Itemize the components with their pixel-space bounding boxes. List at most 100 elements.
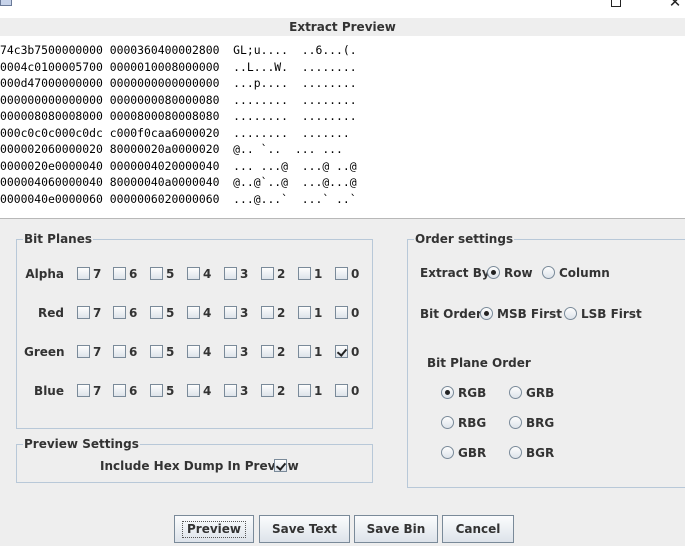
bit-checkbox[interactable] xyxy=(113,306,126,319)
bit-label: 4 xyxy=(203,345,212,359)
bit-checkbox[interactable] xyxy=(335,306,348,319)
bit-checkbox[interactable] xyxy=(187,306,200,319)
bit-checkbox[interactable] xyxy=(150,267,163,280)
bit-checkbox[interactable] xyxy=(261,384,274,397)
hex-line: 000000000000000 0000000080000080 .......… xyxy=(0,92,357,107)
bit-plane-row-label: Red xyxy=(38,306,64,320)
title-bar: ✕ xyxy=(0,0,685,18)
cancel-button-label: Cancel xyxy=(455,522,501,536)
hex-line: 000008080008000 0000800080008080 .......… xyxy=(0,109,357,123)
bit-label: 1 xyxy=(314,306,323,320)
bit-label: 5 xyxy=(166,384,175,398)
maximize-button[interactable] xyxy=(608,0,624,8)
bit-checkbox[interactable] xyxy=(77,345,90,358)
bit-label: 2 xyxy=(277,384,286,398)
preview-title: Extract Preview xyxy=(289,20,396,34)
bit-checkbox[interactable] xyxy=(335,345,348,358)
lsb-first-label: LSB First xyxy=(581,307,642,321)
msb-first-label: MSB First xyxy=(497,307,563,321)
extract-by-label: Extract By xyxy=(420,266,490,280)
plane-order-bgr-radio[interactable] xyxy=(509,446,522,459)
bit-checkbox[interactable] xyxy=(77,384,90,397)
bit-checkbox[interactable] xyxy=(113,267,126,280)
bit-label: 3 xyxy=(240,306,249,320)
bit-label: 5 xyxy=(166,267,175,281)
hex-line: 000002060000020 80000020a0000020 @.. `..… xyxy=(0,142,343,156)
hex-preview-area[interactable]: 74c3b7500000000 0000360400002800 GL;u...… xyxy=(0,36,685,219)
bit-checkbox[interactable] xyxy=(298,306,311,319)
bit-label: 0 xyxy=(351,384,360,398)
bit-label: 0 xyxy=(351,345,360,359)
bit-checkbox[interactable] xyxy=(261,267,274,280)
bit-checkbox[interactable] xyxy=(224,267,237,280)
close-icon: ✕ xyxy=(668,0,682,11)
hex-line: 0000040e0000060 0000006020000060 ...@...… xyxy=(0,191,357,206)
bit-plane-row-label: Green xyxy=(24,345,65,359)
bit-checkbox[interactable] xyxy=(187,345,200,358)
bit-label: 5 xyxy=(166,306,175,320)
bit-checkbox[interactable] xyxy=(224,306,237,319)
bit-checkbox[interactable] xyxy=(113,345,126,358)
bit-checkbox[interactable] xyxy=(150,345,163,358)
close-button[interactable]: ✕ xyxy=(667,0,683,11)
bit-label: 3 xyxy=(240,267,249,281)
cancel-button[interactable]: Cancel xyxy=(442,515,514,543)
bit-label: 1 xyxy=(314,267,323,281)
bit-plane-order-label: Bit Plane Order xyxy=(427,356,531,370)
save-text-button[interactable]: Save Text xyxy=(259,515,350,543)
bit-checkbox[interactable] xyxy=(150,384,163,397)
extract-row-label: Row xyxy=(504,266,533,280)
bit-checkbox[interactable] xyxy=(77,267,90,280)
hex-line: 74c3b7500000000 0000360400002800 GL;u...… xyxy=(0,43,357,57)
bit-label: 6 xyxy=(129,267,138,281)
plane-order-brg-radio[interactable] xyxy=(509,416,522,429)
bit-label: 3 xyxy=(240,345,249,359)
bit-checkbox[interactable] xyxy=(113,384,126,397)
bit-label: 0 xyxy=(351,306,360,320)
extract-row-radio[interactable] xyxy=(487,266,500,279)
bit-checkbox[interactable] xyxy=(224,345,237,358)
bit-checkbox[interactable] xyxy=(335,267,348,280)
bit-label: 3 xyxy=(240,384,249,398)
bit-checkbox[interactable] xyxy=(335,384,348,397)
bit-label: 0 xyxy=(351,267,360,281)
bit-checkbox[interactable] xyxy=(261,345,274,358)
bit-label: 7 xyxy=(93,306,102,320)
bit-checkbox[interactable] xyxy=(150,306,163,319)
lsb-first-radio[interactable] xyxy=(564,307,577,320)
bit-label: 7 xyxy=(93,384,102,398)
bit-label: 7 xyxy=(93,345,102,359)
bit-checkbox[interactable] xyxy=(261,306,274,319)
bit-checkbox[interactable] xyxy=(298,267,311,280)
bit-checkbox[interactable] xyxy=(298,345,311,358)
hex-dump-checkbox[interactable] xyxy=(274,459,287,472)
bit-checkbox[interactable] xyxy=(77,306,90,319)
plane-order-gbr-label: GBR xyxy=(458,446,487,460)
bit-label: 2 xyxy=(277,306,286,320)
bit-plane-row-label: Blue xyxy=(34,384,64,398)
bit-checkbox[interactable] xyxy=(298,384,311,397)
bit-order-label: Bit Order xyxy=(420,307,482,321)
plane-order-rgb-radio[interactable] xyxy=(441,386,454,399)
preview-settings-title: Preview Settings xyxy=(23,437,140,452)
app-icon xyxy=(0,0,12,6)
plane-order-gbr-radio[interactable] xyxy=(441,446,454,459)
bit-label: 4 xyxy=(203,384,212,398)
bit-planes-title: Bit Planes xyxy=(23,232,94,247)
plane-order-grb-label: GRB xyxy=(526,386,555,400)
bit-checkbox[interactable] xyxy=(224,384,237,397)
bit-plane-row-label: Alpha xyxy=(25,267,64,281)
plane-order-grb-radio[interactable] xyxy=(509,386,522,399)
bit-label: 2 xyxy=(277,345,286,359)
preview-button[interactable]: Preview xyxy=(174,515,254,543)
plane-order-rbg-radio[interactable] xyxy=(441,416,454,429)
bit-checkbox[interactable] xyxy=(187,267,200,280)
bit-label: 1 xyxy=(314,384,323,398)
bit-label: 1 xyxy=(314,345,323,359)
bit-label: 4 xyxy=(203,306,212,320)
msb-first-radio[interactable] xyxy=(480,307,493,320)
extract-column-radio[interactable] xyxy=(542,266,555,279)
bit-checkbox[interactable] xyxy=(187,384,200,397)
save-bin-button[interactable]: Save Bin xyxy=(354,515,438,543)
bit-label: 7 xyxy=(93,267,102,281)
